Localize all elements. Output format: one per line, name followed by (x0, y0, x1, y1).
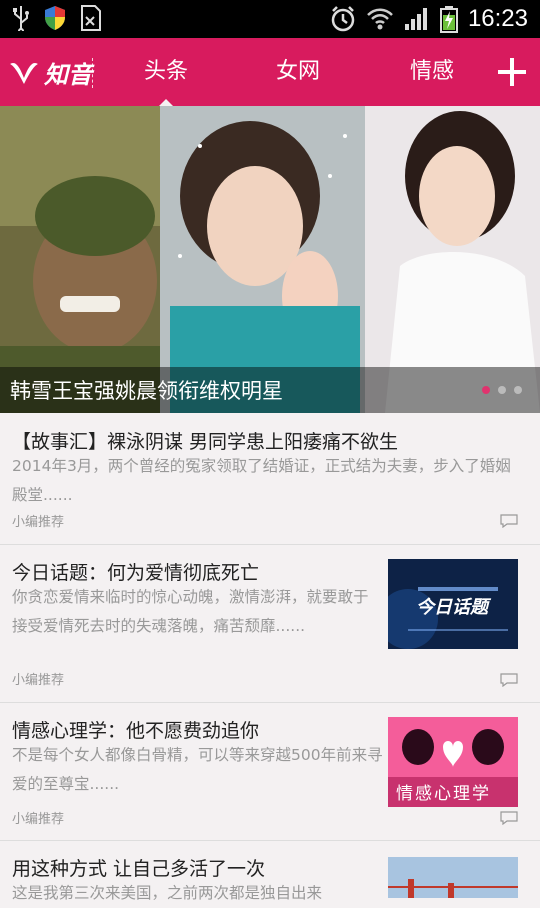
article-title: 今日话题：何为爱情彻底死亡 (12, 562, 260, 584)
article-thumbnail: 今日话题 (388, 559, 518, 649)
app-header: 知音 头条 女网 情感 (0, 38, 540, 106)
comment-icon[interactable] (500, 673, 518, 687)
article-item[interactable]: 用这种方式 让自己多活了一次 这是我第三次来美国，之前两次都是独自出来 (0, 841, 540, 902)
article-item[interactable]: 今日话题：何为爱情彻底死亡 你贪恋爱情来临时的惊心动魄，激情澎湃，就要敢于接受爱… (0, 545, 540, 703)
logo-text: 知音 (44, 60, 92, 89)
article-summary: 2014年3月，两个曾经的冤家领取了结婚证，正式结为夫妻，步入了婚姻殿堂....… (12, 457, 511, 504)
carousel-dot (482, 386, 490, 394)
thumbnail-caption: 今日话题 (416, 597, 488, 618)
signal-icon (404, 8, 427, 30)
article-thumbnail: 情感心理学 (388, 717, 518, 807)
article-summary: 你贪恋爱情来临时的惊心动魄，激情澎湃，就要敢于接受爱情死去时的失魂落魄，痛苦颓靡… (12, 588, 369, 635)
plus-icon[interactable] (492, 52, 532, 92)
thumbnail-graphic (388, 857, 518, 898)
banner-caption: 韩雪王宝强姚晨领衔维权明星 (10, 379, 283, 403)
article-summary: 不是每个女人都像白骨精，可以等来穿越500年前来寻爱的至尊宝...... (12, 746, 383, 793)
alarm-icon (331, 6, 355, 32)
article-thumbnail (388, 857, 518, 898)
article-item[interactable]: 情感心理学：他不愿费劲追你 不是每个女人都像白骨精，可以等来穿越500年前来寻爱… (0, 703, 540, 841)
tab-emotion[interactable]: 情感 (392, 38, 472, 106)
article-source: 小编推荐 (12, 812, 65, 827)
comment-icon[interactable] (500, 811, 518, 825)
status-bar: 16:23 (0, 0, 540, 38)
comment-icon[interactable] (500, 514, 518, 528)
article-title: 情感心理学：他不愿费劲追你 (12, 720, 260, 742)
article-title: 【故事汇】裸泳阴谋 男同学患上阳痿痛不欲生 (12, 431, 399, 453)
wifi-icon (367, 8, 393, 30)
logo-divider (92, 58, 93, 88)
app-logo[interactable]: 知音 (8, 54, 92, 90)
banner-caption-bar: 韩雪王宝强姚晨领衔维权明星 (0, 367, 540, 413)
headline-carousel[interactable]: 韩雪王宝强姚晨领衔维权明星 (0, 106, 540, 413)
article-source: 小编推荐 (12, 673, 65, 688)
carousel-indicator (482, 386, 522, 394)
clock-time: 16:23 (467, 5, 528, 32)
battery-charging-icon (439, 6, 458, 33)
logo-mark-icon (10, 62, 38, 84)
article-summary: 这是我第三次来美国，之前两次都是独自出来 (12, 884, 323, 902)
tab-headlines[interactable]: 头条 (126, 38, 206, 106)
document-icon (81, 5, 101, 31)
tab-women[interactable]: 女网 (258, 38, 338, 106)
thumbnail-caption: 情感心理学 (396, 784, 491, 804)
carousel-dot (514, 386, 522, 394)
article-source: 小编推荐 (12, 515, 65, 530)
article-item[interactable]: 【故事汇】裸泳阴谋 男同学患上阳痿痛不欲生 2014年3月，两个曾经的冤家领取了… (0, 414, 540, 545)
carousel-dot (498, 386, 506, 394)
usb-icon (13, 6, 29, 31)
article-title: 用这种方式 让自己多活了一次 (12, 858, 266, 880)
shield-icon (45, 6, 65, 30)
